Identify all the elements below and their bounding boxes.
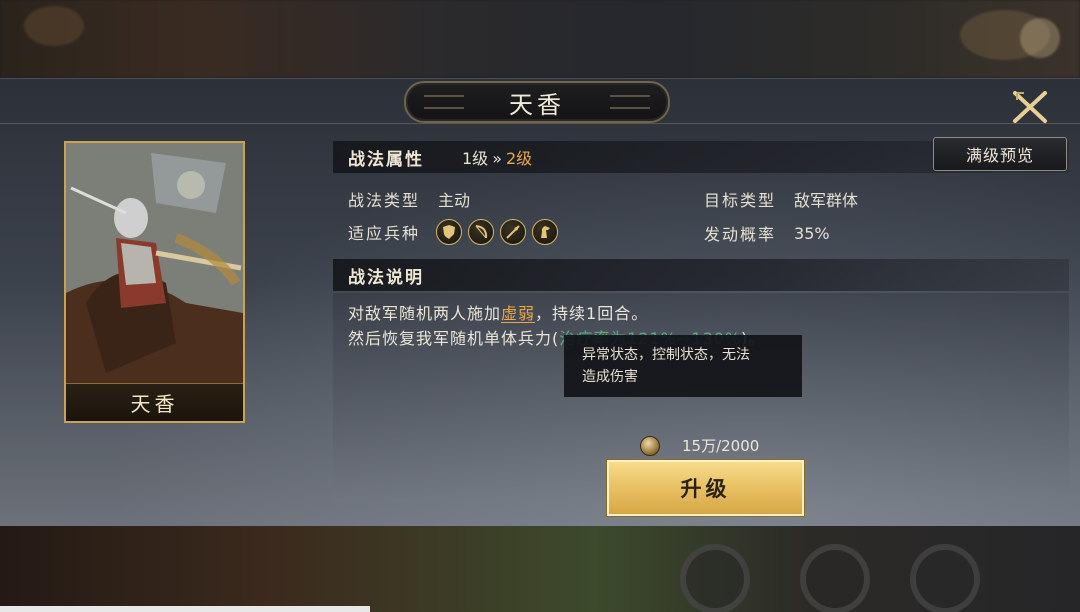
level-indicator: 1级» 2级 [462,145,532,169]
tactic-attributes-title: 战法属性 [348,149,424,170]
description-line-2-prefix: 然后恢复我军随机单体兵力( [348,329,560,348]
troop-types-label: 适应兵种 [348,224,421,243]
hero-name: 天香 [130,392,179,416]
trigger-chance-value: 35% [794,223,830,243]
tactic-description-header: 战法说明 [333,259,1069,291]
description-line-1-prefix: 对敌军随机两人施加 [348,304,502,323]
level-next: 2级 [505,149,533,168]
title-decoration-left [424,95,464,109]
upgrade-button[interactable]: 升级 [606,459,805,517]
target-type-row: 目标类型 敌军群体 [704,187,858,211]
upgrade-cost: 15万/2000 [640,435,759,456]
troop-types-row: 适应兵种 [348,219,559,245]
shield-icon[interactable] [436,219,463,245]
trigger-chance-row: 发动概率 35% [704,221,830,245]
keyword-tooltip: 异常状态，控制状态，无法 造成伤害 [564,335,802,397]
hero-portrait [66,143,243,383]
close-button[interactable] [1008,85,1052,129]
tooltip-line-1: 异常状态，控制状态，无法 [582,347,750,363]
hero-card[interactable]: 天香 [64,141,245,423]
level-current: 1级 [462,149,489,168]
tactic-type-label: 战法类型 [348,191,421,210]
trigger-chance-label: 发动概率 [704,225,777,244]
game-background-bottom [0,526,1080,612]
hero-name-plate: 天香 [66,383,243,421]
target-type-label: 目标类型 [704,191,777,210]
max-level-preview-button[interactable]: 满级预览 [933,137,1067,171]
description-line-1-suffix: ，持续1回合。 [535,304,649,323]
game-background-top [0,0,1080,78]
title-decoration-right [610,95,650,109]
panel-title: 天香 [509,90,565,119]
target-type-value: 敌军群体 [794,191,859,210]
tooltip-line-2: 造成伤害 [582,369,638,385]
description-line-1: 对敌军随机两人施加虚弱，持续1回合。 [348,300,648,324]
horse-icon[interactable] [532,219,559,245]
upgrade-cost-text: 15万/2000 [682,437,760,455]
troop-icons [430,219,559,245]
level-arrow-icon: » [492,149,502,168]
tactic-type-value: 主动 [438,191,471,210]
close-icon [1013,91,1047,123]
tactic-description-title: 战法说明 [348,267,424,288]
title-plate: 天香 [404,81,670,123]
weakness-keyword-link[interactable]: 虚弱 [501,304,535,323]
tactic-detail-panel: 天香 天香 战法属性 1级» 2级 满级预览 战法类型 主动 目标类型 敌军群体… [0,78,1080,526]
copper-coin-icon [640,435,660,456]
tactic-attributes-header: 战法属性 1级» 2级 满级预览 [333,137,1069,173]
header-divider [0,123,1080,124]
spear-icon[interactable] [500,219,527,245]
bow-icon[interactable] [468,219,495,245]
tactic-type-row: 战法类型 主动 [348,187,470,211]
